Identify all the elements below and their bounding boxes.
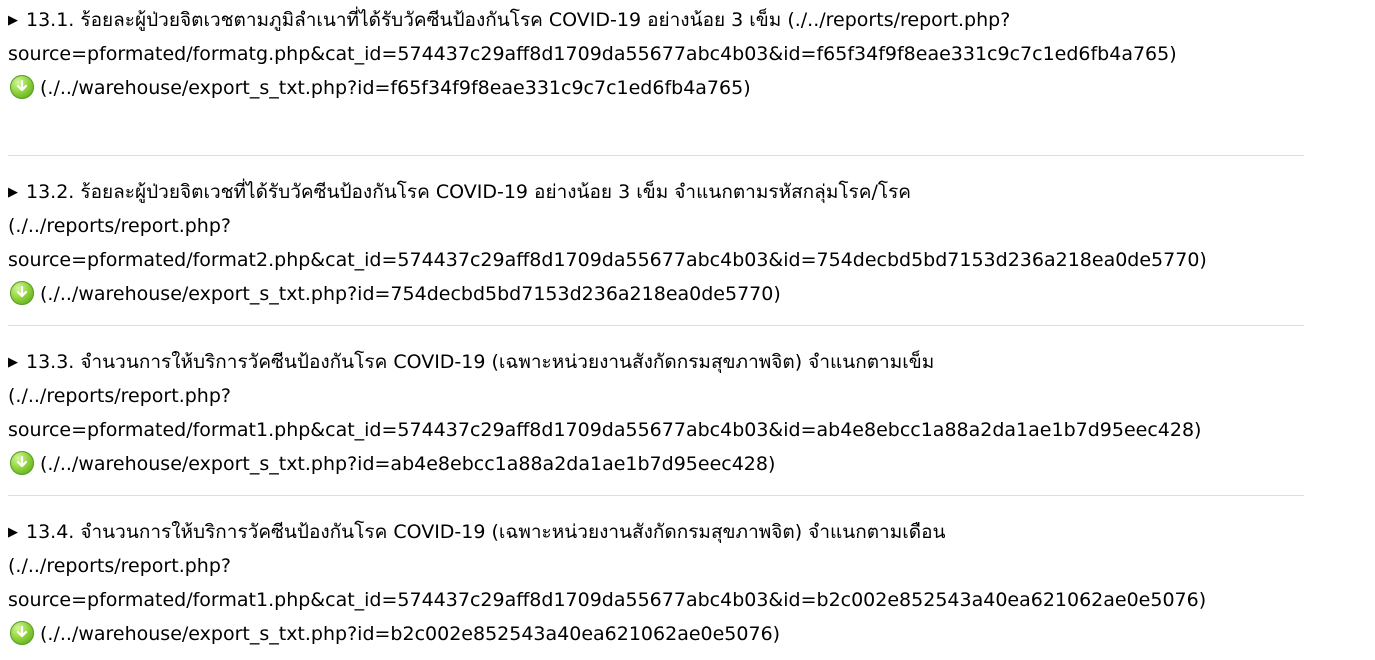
export-link[interactable]: (./../warehouse/export_s_txt.php?id=f65f… — [10, 74, 751, 102]
report-path[interactable]: (./../reports/report.php? — [8, 212, 231, 240]
export-link[interactable]: (./../warehouse/export_s_txt.php?id=ab4e… — [10, 450, 775, 478]
divider — [8, 325, 1304, 326]
report-link[interactable]: ▶ 13.1. ร้อยละผู้ป่วยจิตเวชตามภูมิลำเนาที… — [8, 6, 1010, 34]
caret-right-icon: ▶ — [8, 355, 18, 370]
caret-right-icon: ▶ — [8, 185, 18, 200]
divider — [8, 495, 1304, 496]
report-path[interactable]: (./../reports/report.php? — [8, 382, 231, 410]
export-link[interactable]: (./../warehouse/export_s_txt.php?id=754d… — [10, 280, 781, 308]
report-title[interactable]: 13.2. ร้อยละผู้ป่วยจิตเวชที่ได้รับวัคซีน… — [26, 181, 911, 203]
export-path[interactable]: (./../warehouse/export_s_txt.php?id=754d… — [40, 283, 781, 305]
report-path[interactable]: (./../reports/report.php? — [8, 552, 231, 580]
download-icon[interactable] — [10, 451, 34, 475]
report-title[interactable]: 13.4. จำนวนการให้บริการวัคซีนป้องกันโรค … — [26, 521, 946, 543]
report-source[interactable]: source=pformated/format1.php&cat_id=5744… — [8, 586, 1206, 614]
divider — [8, 155, 1304, 156]
report-source[interactable]: source=pformated/format1.php&cat_id=5744… — [8, 416, 1201, 444]
report-link[interactable]: ▶ 13.2. ร้อยละผู้ป่วยจิตเวชที่ได้รับวัคซี… — [8, 178, 911, 206]
export-link[interactable]: (./../warehouse/export_s_txt.php?id=b2c0… — [10, 620, 780, 648]
report-link[interactable]: ▶ 13.4. จำนวนการให้บริการวัคซีนป้องกันโรค… — [8, 518, 946, 546]
download-icon[interactable] — [10, 75, 34, 99]
report-link[interactable]: ▶ 13.3. จำนวนการให้บริการวัคซีนป้องกันโรค… — [8, 348, 934, 376]
report-source[interactable]: source=pformated/formatg.php&cat_id=5744… — [8, 40, 1177, 68]
export-path[interactable]: (./../warehouse/export_s_txt.php?id=ab4e… — [40, 453, 775, 475]
export-path[interactable]: (./../warehouse/export_s_txt.php?id=b2c0… — [40, 623, 780, 645]
download-icon[interactable] — [10, 281, 34, 305]
caret-right-icon: ▶ — [8, 13, 18, 28]
caret-right-icon: ▶ — [8, 525, 18, 540]
report-title[interactable]: 13.3. จำนวนการให้บริการวัคซีนป้องกันโรค … — [26, 351, 934, 373]
report-list: ▶ 13.1. ร้อยละผู้ป่วยจิตเวชตามภูมิลำเนาที… — [0, 0, 1375, 660]
export-path[interactable]: (./../warehouse/export_s_txt.php?id=f65f… — [40, 77, 751, 99]
report-source[interactable]: source=pformated/format2.php&cat_id=5744… — [8, 246, 1207, 274]
report-title[interactable]: 13.1. ร้อยละผู้ป่วยจิตเวชตามภูมิลำเนาที่… — [26, 9, 1010, 31]
download-icon[interactable] — [10, 621, 34, 645]
